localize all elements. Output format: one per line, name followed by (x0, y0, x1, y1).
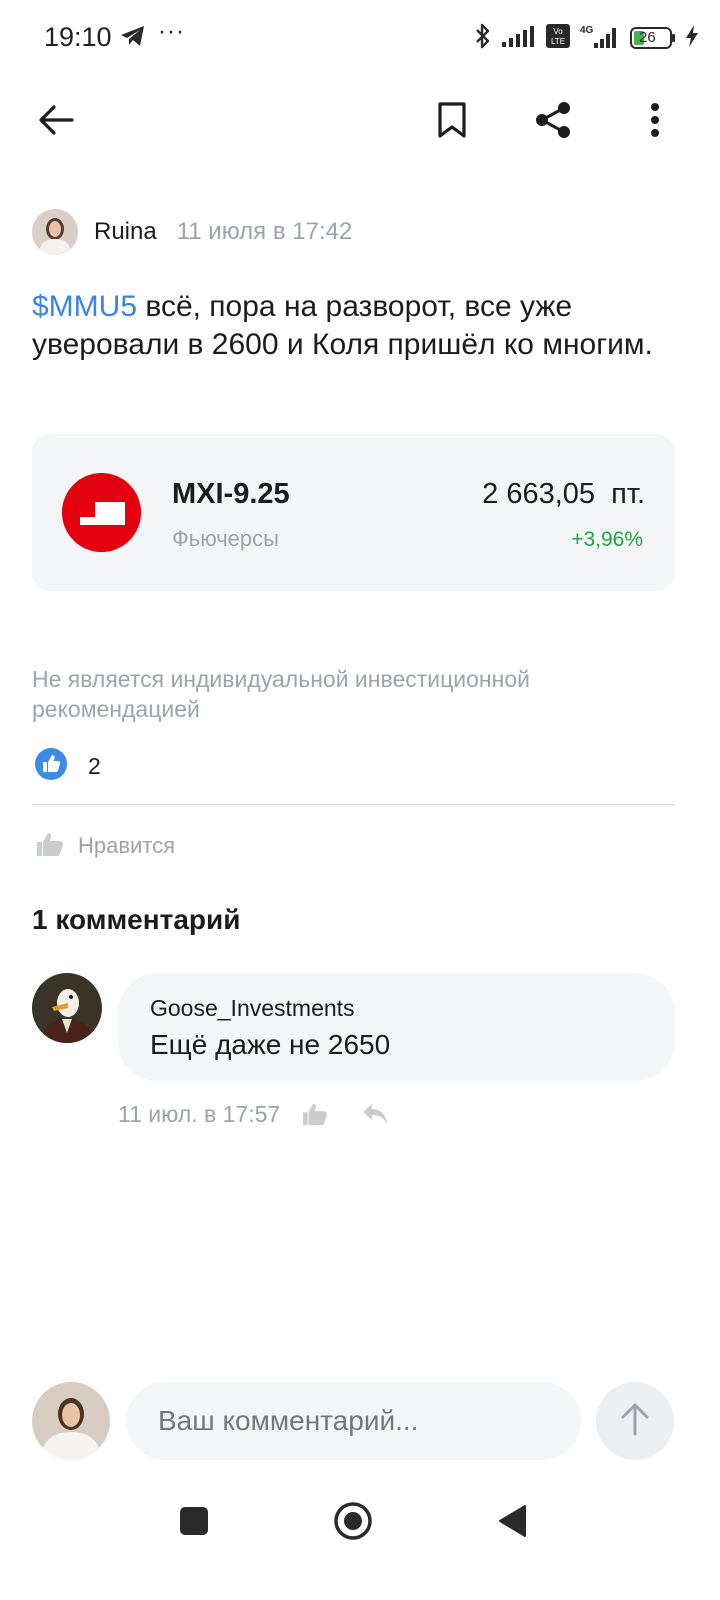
home-circle-icon (333, 1501, 373, 1546)
nav-back-button[interactable] (479, 1490, 545, 1556)
like-button[interactable]: Нравится (36, 826, 175, 866)
moex-logo-icon (62, 473, 141, 552)
more-vertical-icon (650, 102, 660, 142)
current-user-avatar[interactable] (32, 1382, 110, 1460)
like-label: Нравится (78, 833, 176, 858)
home-button[interactable] (320, 1490, 386, 1556)
comment-bubble: Goose_Investments Ещё даже не 2650 (118, 973, 675, 1081)
signal-icon (502, 24, 536, 53)
bookmark-button[interactable] (420, 90, 484, 154)
author-avatar[interactable] (32, 209, 78, 255)
4g-icon: 4G (580, 23, 620, 54)
status-icons: Vo LTE 4G 26 (474, 22, 698, 54)
instrument-type: Фьючерсы (172, 526, 279, 551)
post-header: Ruina 11 июля в 17:42 (32, 208, 352, 256)
thumbs-up-icon (36, 831, 64, 862)
square-icon (179, 1506, 209, 1541)
post-text: $MMU5 всё, пора на разворот, все уже уве… (32, 288, 688, 364)
triangle-back-icon (497, 1504, 527, 1543)
instrument-change: +3,96% (571, 528, 643, 551)
back-button[interactable] (24, 90, 88, 154)
comment-input[interactable] (126, 1382, 581, 1460)
more-button[interactable] (623, 90, 687, 154)
charging-icon (686, 24, 698, 52)
post-date: 11 июля в 17:42 (176, 218, 353, 245)
battery-icon: 26 (630, 27, 676, 49)
ticker-link[interactable]: $MMU5 (32, 290, 137, 323)
status-time: 19:10 (44, 22, 112, 52)
comment-author-avatar[interactable] (32, 973, 102, 1043)
arrow-up-icon (620, 1402, 650, 1441)
bluetooth-icon (474, 22, 492, 55)
instrument-card[interactable]: MXI-9.25 Фьючерсы 2 663,05 пт. +3,96% (32, 434, 675, 591)
system-nav-bar (0, 1490, 720, 1556)
comment-meta: 11 июл. в 17:57 (118, 1098, 388, 1130)
svg-text:Vo: Vo (553, 27, 563, 36)
share-button[interactable] (521, 90, 585, 154)
volte-icon: Vo LTE (546, 23, 570, 53)
send-button[interactable] (596, 1382, 674, 1460)
comment-text: Ещё даже не 2650 (150, 1029, 391, 1060)
comments-title: 1 комментарий (32, 904, 241, 935)
battery-level: 26 (639, 29, 656, 46)
reply-icon[interactable] (362, 1103, 388, 1125)
divider (32, 804, 675, 805)
telegram-icon (120, 24, 146, 53)
top-bar (0, 90, 720, 154)
comment-like-icon[interactable] (302, 1102, 328, 1126)
svg-text:LTE: LTE (551, 37, 565, 46)
back-arrow-icon (38, 104, 74, 141)
bookmark-icon (437, 101, 467, 144)
recents-button[interactable] (161, 1490, 227, 1556)
reaction-count: 2 (88, 752, 101, 779)
post-author[interactable]: Ruina (94, 218, 157, 246)
reactions-summary[interactable]: 2 (34, 747, 101, 786)
status-dots: ··· (158, 18, 185, 45)
disclaimer: Не является индивидуальной инвестиционно… (32, 666, 530, 722)
thumbs-up-reaction-icon (34, 747, 68, 786)
instrument-name: MXI-9.25 (172, 478, 290, 510)
status-bar: 19:10 ··· Vo LTE 4G 26 (0, 0, 720, 76)
share-icon (533, 100, 573, 145)
comment-author[interactable]: Goose_Investments (150, 995, 355, 1022)
svg-text:4G: 4G (580, 25, 594, 36)
instrument-price: 2 663,05 пт. (482, 478, 645, 510)
comment-date: 11 июл. в 17:57 (118, 1100, 281, 1127)
